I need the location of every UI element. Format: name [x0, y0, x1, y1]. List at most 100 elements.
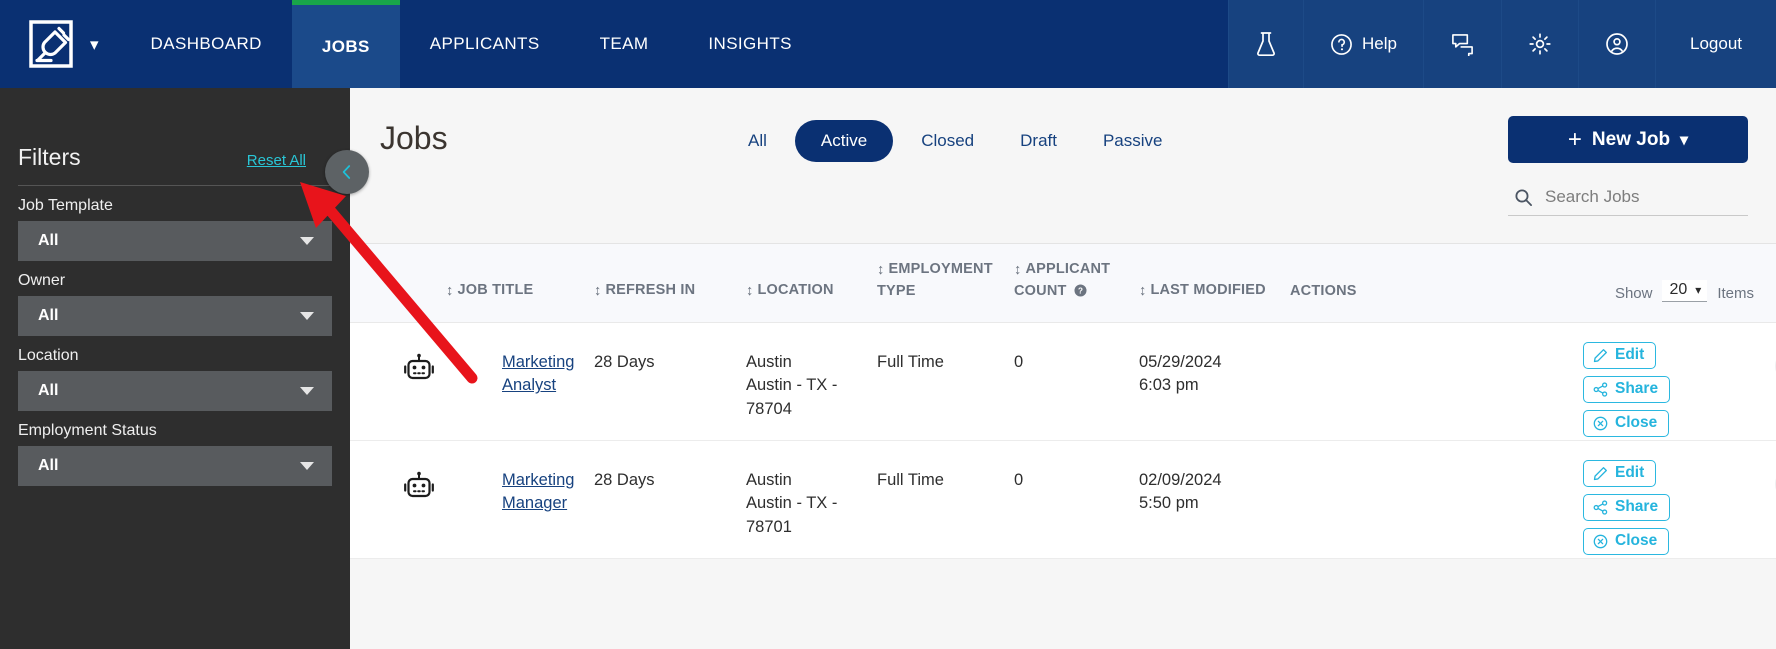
filter-select-owner[interactable]: All [18, 296, 332, 336]
logo-area[interactable]: ▾ [0, 0, 121, 88]
applicant-count-help-icon[interactable]: ? [1074, 284, 1087, 297]
cell-last-modified: 05/29/2024 6:03 pm [1139, 353, 1222, 395]
column-header-actions: ACTIONS [1290, 282, 1357, 299]
app-root: ▾ DASHBOARD JOBS APPLICANTS TEAM INSIGHT… [0, 0, 1776, 649]
nav-item-insights[interactable]: INSIGHTS [678, 0, 822, 88]
row-action-buttons: Edit Share Close [1583, 460, 1671, 555]
share-nodes-icon [1593, 381, 1608, 397]
nav-item-dashboard[interactable]: DASHBOARD [121, 0, 292, 88]
chevron-down-icon[interactable]: ▾ [90, 36, 99, 53]
sort-arrows-icon: ↕ [446, 282, 454, 299]
settings-button[interactable] [1501, 0, 1578, 88]
chevron-down-icon [300, 387, 314, 395]
reset-all-link[interactable]: Reset All [247, 152, 332, 169]
share-button[interactable]: Share [1583, 376, 1671, 403]
main-content: Jobs All Active Closed Draft Passive + N… [350, 88, 1776, 649]
tab-all[interactable]: All [730, 120, 785, 162]
close-button[interactable]: Close [1583, 528, 1670, 555]
lab-flask-button[interactable] [1228, 0, 1304, 88]
filter-select-location[interactable]: All [18, 371, 332, 411]
filter-label-job-template: Job Template [18, 197, 113, 214]
top-navigation-bar: ▾ DASHBOARD JOBS APPLICANTS TEAM INSIGHT… [0, 0, 1776, 88]
table-header-row: ↕ JOB TITLE ↕ REFRESH IN ↕ LOCATION ↕ EMPLOY… [350, 243, 1776, 323]
messages-button[interactable] [1423, 0, 1501, 88]
column-header-last-modified[interactable]: ↕ LAST MODIFIED [1139, 280, 1266, 302]
tab-draft[interactable]: Draft [1002, 120, 1075, 162]
nav-item-applicants[interactable]: APPLICANTS [400, 0, 570, 88]
cell-last-modified: 02/09/2024 5:50 pm [1139, 471, 1222, 513]
tab-passive[interactable]: Passive [1085, 120, 1181, 162]
new-job-button[interactable]: + New Job ▾ [1508, 116, 1748, 163]
chevron-down-icon [300, 312, 314, 320]
filters-title: Filters [18, 144, 81, 170]
page-header: Jobs All Active Closed Draft Passive + N… [350, 88, 1776, 243]
robot-icon [404, 471, 434, 498]
help-button[interactable]: Help [1303, 0, 1423, 88]
edit-button[interactable]: Edit [1583, 460, 1657, 487]
pencil-icon [1593, 348, 1607, 362]
edit-button[interactable]: Edit [1583, 342, 1657, 369]
close-button[interactable]: Close [1583, 410, 1670, 437]
column-header-refresh-in[interactable]: ↕ REFRESH IN [594, 280, 695, 302]
sidebar-collapse-button[interactable] [325, 150, 369, 194]
pencil-icon [1593, 466, 1607, 480]
status-tabs: All Active Closed Draft Passive [730, 120, 1181, 162]
cell-employment-type: Full Time [877, 353, 944, 371]
column-header-applicant-count[interactable]: ↕ APPLICANT COUNT ? [1014, 259, 1132, 302]
row-action-buttons: Edit Share Close [1583, 342, 1671, 437]
column-header-employment-type[interactable]: ↕ EMPLOYMENT TYPE [877, 259, 997, 302]
page-size-select[interactable]: 20 ▾ [1662, 280, 1708, 302]
nav-item-team[interactable]: TEAM [570, 0, 679, 88]
column-header-job-title[interactable]: ↕ JOB TITLE [446, 280, 533, 302]
search-icon [1515, 188, 1533, 206]
account-button[interactable] [1578, 0, 1655, 88]
show-label: Show [1614, 285, 1653, 302]
logout-button[interactable]: Logout [1655, 0, 1776, 88]
logout-label: Logout [1690, 34, 1742, 53]
tab-active[interactable]: Active [794, 120, 894, 162]
filter-label-owner: Owner [18, 272, 66, 289]
jobs-table: ↕ JOB TITLE ↕ REFRESH IN ↕ LOCATION ↕ EMPLOY… [350, 243, 1776, 559]
filter-value: All [38, 232, 59, 249]
filter-select-employment-status[interactable]: All [18, 446, 332, 486]
nav-label: APPLICANTS [429, 34, 540, 53]
chevron-down-icon: ▾ [1695, 283, 1702, 297]
gear-icon [1529, 33, 1551, 55]
filter-value: All [38, 457, 59, 474]
filter-label-location: Location [18, 347, 79, 364]
new-job-label: New Job [1591, 128, 1671, 150]
circle-x-icon [1593, 416, 1608, 430]
nav-item-jobs[interactable]: JOBS [291, 0, 400, 88]
job-title-link[interactable]: Marketing Manager [502, 471, 574, 512]
sort-arrows-icon: ↕ [1014, 261, 1022, 278]
search-jobs-field[interactable]: Search Jobs [1508, 182, 1748, 216]
job-title-link[interactable]: Marketing Analyst [502, 353, 574, 394]
filters-divider [18, 185, 332, 186]
filter-label-employment-status: Employment Status [18, 422, 157, 439]
cell-refresh-in: 28 Days [594, 353, 655, 371]
nav-label: DASHBOARD [150, 34, 262, 53]
filters-sidebar: Filters Reset All Job Template All Owner… [0, 88, 350, 649]
sort-arrows-icon: ↕ [877, 261, 885, 278]
search-placeholder: Search Jobs [1545, 187, 1640, 206]
table-row[interactable]: Marketing Analyst 28 Days Austin Austin … [350, 323, 1776, 441]
cell-location: Austin Austin - TX - 78701 [746, 471, 838, 536]
circle-x-icon [1593, 534, 1608, 548]
flask-icon [1257, 32, 1275, 57]
column-header-location[interactable]: ↕ LOCATION [746, 280, 834, 302]
items-label: Items [1717, 285, 1754, 302]
table-row[interactable]: Marketing Manager 28 Days Austin Austin … [350, 441, 1776, 559]
cell-applicant-count: 0 [1014, 353, 1024, 371]
filters-header: Filters Reset All [18, 88, 332, 171]
sort-arrows-icon: ↕ [1139, 282, 1147, 299]
filter-select-job-template[interactable]: All [18, 221, 332, 261]
filter-value: All [38, 307, 59, 324]
chevron-down-icon [300, 462, 314, 470]
filter-value: All [38, 382, 59, 399]
chat-bubbles-icon [1452, 34, 1473, 56]
chevron-down-icon: ▾ [1680, 131, 1689, 149]
tab-closed[interactable]: Closed [903, 120, 992, 162]
sort-arrows-icon: ↕ [746, 282, 754, 299]
share-button[interactable]: Share [1583, 494, 1671, 521]
